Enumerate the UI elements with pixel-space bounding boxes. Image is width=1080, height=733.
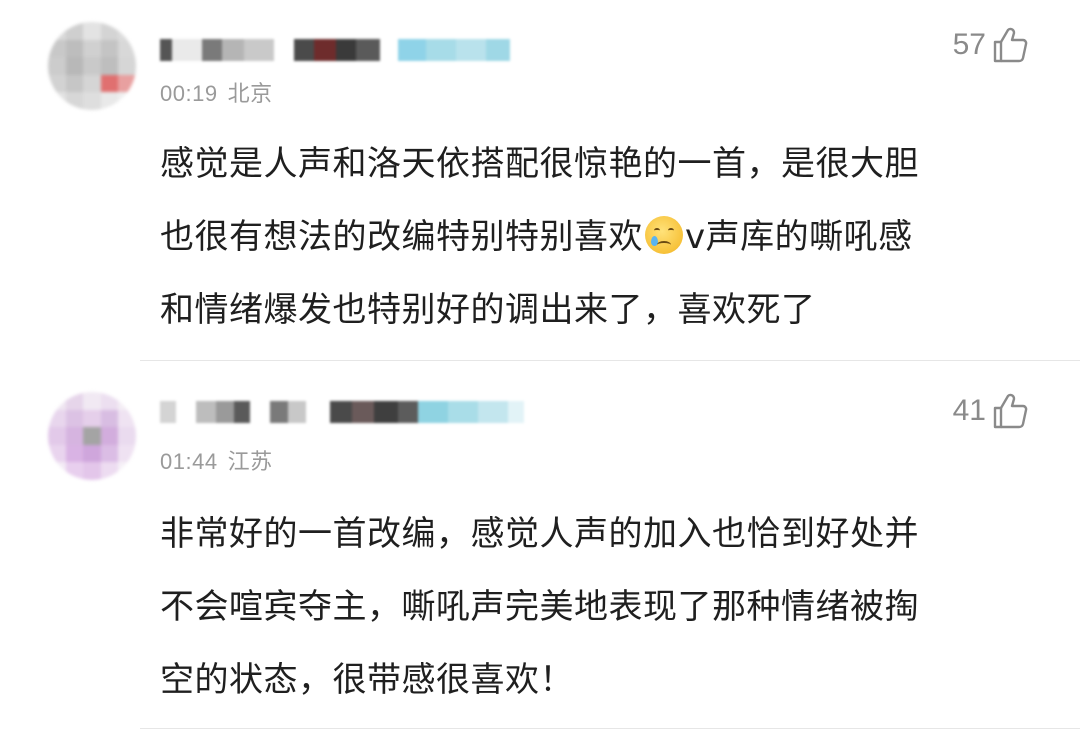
crying-face-icon [645, 216, 683, 254]
comment-location: 北京 [227, 81, 273, 106]
comment-text-line: 和情绪爆发也特别好的调出来了，喜欢死了 [160, 290, 816, 330]
comment-time: 01:44 [160, 449, 218, 474]
divider [140, 360, 1080, 361]
comment-meta: 01:44 江苏 [160, 444, 273, 476]
like-count: 57 [952, 28, 986, 61]
comment-list: 00:19 北京 57 感觉是人声和洛天依搭配很惊艳的一首，是很大胆 也很有想法的… [0, 0, 1080, 733]
comment-text-line: 也很有想法的改编特别特别喜欢 v声库的嘶吼感 [160, 201, 1040, 274]
like-button[interactable]: 41 [953, 392, 1028, 430]
comment-item: 00:19 北京 57 感觉是人声和洛天依搭配很惊艳的一首，是很大胆 也很有想法的… [0, 0, 1080, 362]
comment-text-segment: 也很有想法的改编特别特别喜欢 [160, 217, 643, 257]
like-button[interactable]: 57 [953, 26, 1028, 64]
comment-text-line: 感觉是人声和洛天依搭配很惊艳的一首，是很大胆 [160, 144, 919, 184]
avatar[interactable] [48, 392, 136, 480]
comment-location: 江苏 [227, 449, 273, 474]
comment-text-line: 非常好的一首改编，感觉人声的加入也恰到好处并 [160, 514, 919, 554]
comment-time: 00:19 [160, 81, 218, 106]
comment-text-line: 不会喧宾夺主，嘶吼声完美地表现了那种情绪被掏 [160, 587, 919, 627]
username-blurred[interactable] [160, 30, 510, 70]
comment-text-segment: v声库的嘶吼感 [685, 217, 913, 257]
divider [140, 728, 1080, 729]
comment-text: 非常好的一首改编，感觉人声的加入也恰到好处并 不会喧宾夺主，嘶吼声完美地表现了那… [160, 498, 1040, 717]
like-count: 41 [952, 394, 986, 427]
thumbs-up-icon [992, 26, 1028, 64]
comment-meta: 00:19 北京 [160, 76, 273, 108]
thumbs-up-icon [992, 392, 1028, 430]
comment-text-line: 空的状态，很带感很喜欢！ [160, 660, 574, 700]
avatar[interactable] [48, 22, 136, 110]
username-blurred[interactable] [160, 392, 524, 432]
comment-item: 01:44 江苏 41 非常好的一首改编，感觉人声的加入也恰到好处并 不会喧宾夺主… [0, 362, 1080, 733]
comment-text: 感觉是人声和洛天依搭配很惊艳的一首，是很大胆 也很有想法的改编特别特别喜欢 v声库… [160, 128, 1040, 347]
